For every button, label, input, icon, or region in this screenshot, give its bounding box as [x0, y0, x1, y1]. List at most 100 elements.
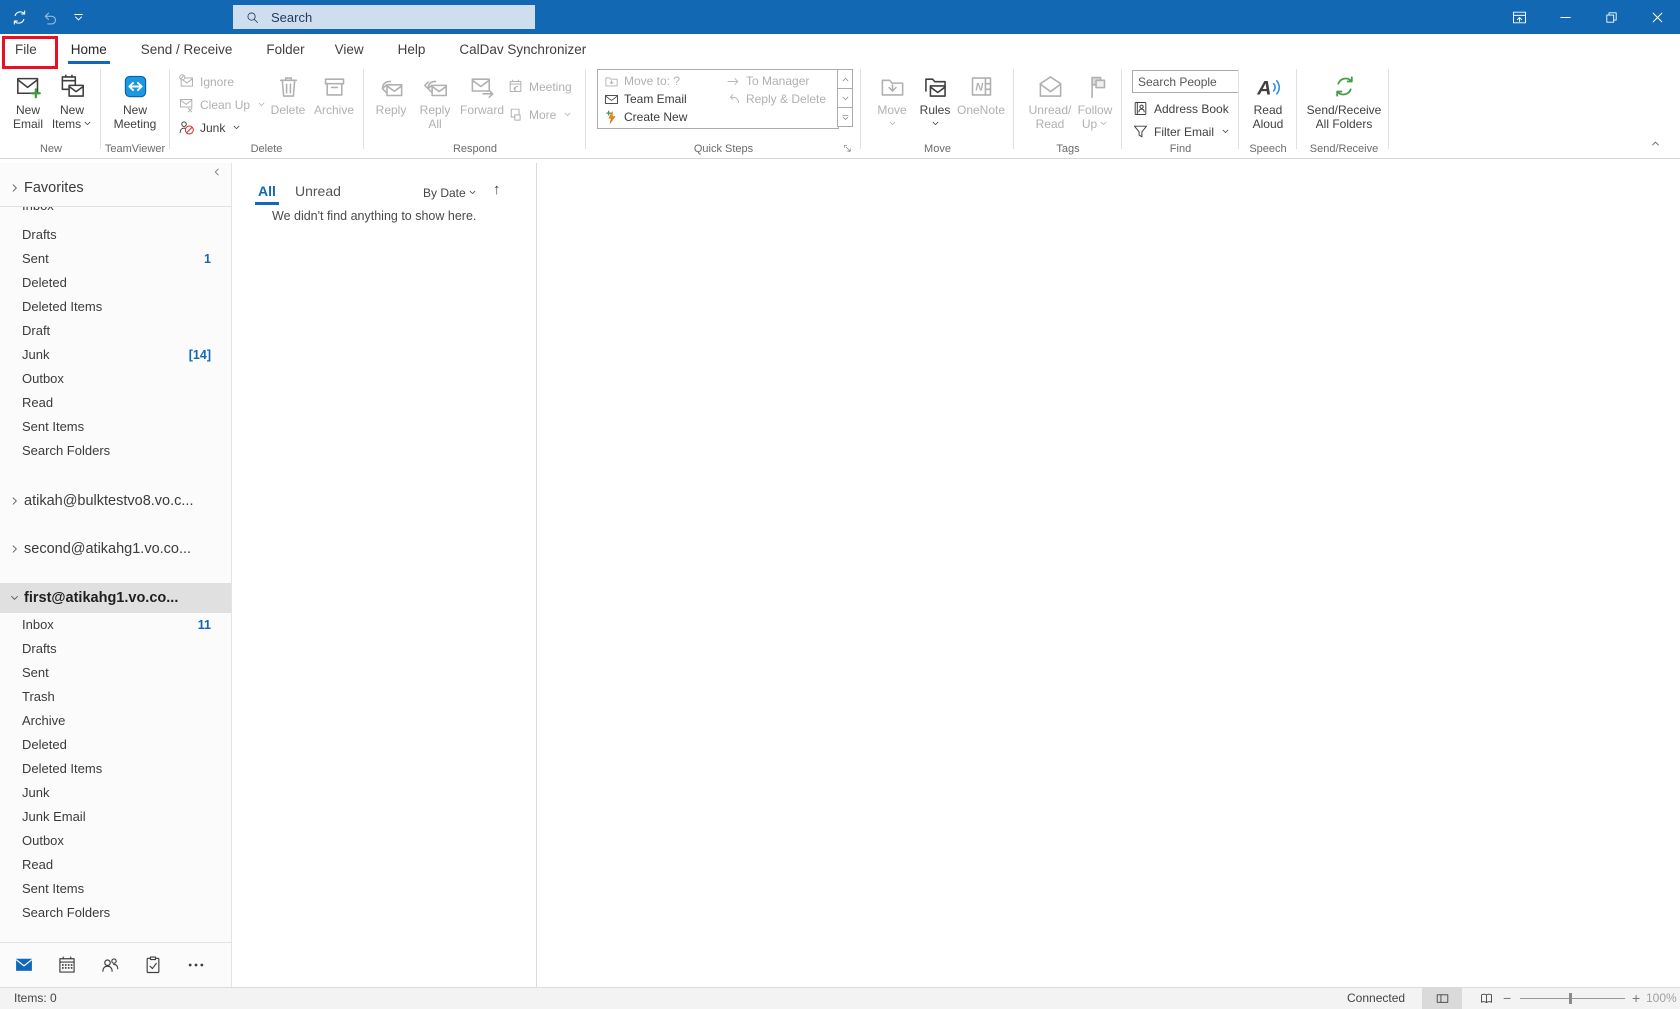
group-label-quick-steps: Quick Steps	[589, 143, 858, 155]
gallery-scroll-down-icon[interactable]	[837, 89, 853, 108]
search-bar[interactable]	[233, 5, 535, 29]
read-aloud-button[interactable]: A Read Aloud	[1247, 66, 1289, 142]
chevron-down-icon[interactable]	[9, 593, 20, 604]
ribbon-group-new: New Email New Items New	[4, 64, 98, 158]
account-header-selected[interactable]: first@atikahg1.vo.co...	[0, 583, 231, 613]
folder-item[interactable]: Deleted	[0, 733, 231, 757]
sort-direction-icon[interactable]: ↑	[493, 181, 501, 198]
filter-email-button[interactable]: Filter Email	[1132, 121, 1230, 142]
folder-item[interactable]: Inbox11	[0, 613, 231, 637]
close-icon[interactable]	[1634, 0, 1680, 34]
folder-item[interactable]: Trash	[0, 685, 231, 709]
junk-button[interactable]: Junk	[178, 117, 241, 138]
chevron-right-icon[interactable]	[9, 544, 20, 555]
gallery-more-icon[interactable]	[837, 108, 853, 127]
folder-label: Inbox	[22, 617, 54, 632]
folder-item[interactable]: Read	[0, 391, 231, 415]
quick-step-create-new[interactable]: Create New	[604, 108, 687, 126]
move-button: Move	[872, 66, 912, 142]
tab-home[interactable]: Home	[58, 34, 120, 64]
folder-item[interactable]: Deleted Items	[0, 757, 231, 781]
send-receive-all-folders-button[interactable]: Send/Receive All Folders	[1302, 66, 1386, 142]
zoom-in-icon[interactable]: +	[1632, 990, 1640, 1006]
customize-quick-access-caret-icon[interactable]	[72, 11, 85, 24]
address-book-button[interactable]: Address Book	[1132, 98, 1229, 119]
ribbon-display-options-icon[interactable]	[1496, 0, 1542, 34]
folder-item[interactable]: Search Folders	[0, 439, 231, 463]
chevron-down-icon	[230, 121, 241, 135]
new-items-button[interactable]: New Items	[50, 66, 94, 142]
tab-view[interactable]: View	[322, 34, 377, 64]
folder-item[interactable]: Outbox	[0, 367, 231, 391]
folder-item[interactable]: Sent Items	[0, 877, 231, 901]
tab-caldav-synchronizer[interactable]: CalDav Synchronizer	[446, 34, 599, 64]
folder-item[interactable]: Deleted	[0, 271, 231, 295]
folder-item[interactable]: Outbox	[0, 829, 231, 853]
teamviewer-icon	[122, 69, 149, 104]
folder-item[interactable]: Junk Email	[0, 805, 231, 829]
chevron-right-icon[interactable]	[9, 496, 20, 507]
account-header[interactable]: second@atikahg1.vo.co...	[0, 534, 231, 564]
to-manager-arrow-icon	[726, 74, 741, 89]
reply-all-icon	[422, 69, 449, 104]
zoom-slider[interactable]	[1520, 998, 1625, 999]
normal-view-icon[interactable]	[1422, 988, 1462, 1009]
folder-item[interactable]: Archive	[0, 709, 231, 733]
mail-module-icon[interactable]	[14, 955, 34, 975]
new-meeting-button[interactable]: New Meeting	[109, 66, 161, 142]
folder-label: Archive	[22, 713, 65, 728]
group-label-tags: Tags	[1017, 143, 1119, 155]
more-modules-icon[interactable]	[186, 955, 206, 975]
sort-by-date-button[interactable]: By Date	[423, 186, 477, 200]
follow-up-button: Follow Up	[1076, 66, 1114, 142]
favorites-partial-item[interactable]: Inbox	[0, 207, 231, 215]
folder-item[interactable]: Junk	[0, 781, 231, 805]
tasks-module-icon[interactable]	[143, 955, 163, 975]
people-module-icon[interactable]	[100, 955, 120, 975]
folder-item[interactable]: Sent	[0, 661, 231, 685]
folder-item[interactable]: Sent Items	[0, 415, 231, 439]
search-icon	[245, 10, 260, 25]
folder-item[interactable]: Search Folders	[0, 901, 231, 925]
folder-label: Read	[22, 395, 53, 410]
search-people-input[interactable]	[1132, 70, 1239, 93]
unread-read-button: Unread/ Read	[1028, 66, 1072, 142]
tab-all[interactable]: All	[258, 183, 276, 199]
gallery-scroll-up-icon[interactable]	[837, 69, 853, 89]
account-header[interactable]: atikah@bulktestvo8.vo.c...	[0, 486, 231, 516]
tab-unread[interactable]: Unread	[295, 183, 341, 199]
favorites-header[interactable]: Favorites	[0, 176, 231, 200]
folder-item[interactable]: Drafts	[0, 223, 231, 247]
zoom-out-icon[interactable]: −	[1503, 990, 1511, 1006]
collapse-ribbon-icon[interactable]	[1650, 138, 1661, 149]
zoom-slider-thumb[interactable]	[1569, 993, 1572, 1004]
folder-item[interactable]: Sent1	[0, 247, 231, 271]
zoom-level[interactable]: 100%	[1646, 991, 1677, 1005]
tab-send-receive[interactable]: Send / Receive	[128, 34, 246, 64]
send-receive-sync-icon[interactable]	[10, 8, 29, 27]
minimize-icon[interactable]	[1542, 0, 1588, 34]
search-input[interactable]	[269, 9, 513, 26]
folder-item[interactable]: Deleted Items	[0, 295, 231, 319]
folder-item[interactable]: Junk[14]	[0, 343, 231, 367]
group-label-teamviewer: TeamViewer	[103, 143, 167, 155]
quick-step-reply-delete: Reply & Delete	[726, 90, 826, 108]
calendar-module-icon[interactable]	[57, 955, 77, 975]
restore-icon[interactable]	[1588, 0, 1634, 34]
tab-folder[interactable]: Folder	[253, 34, 317, 64]
quick-step-team-email[interactable]: Team Email	[604, 90, 687, 108]
new-email-button[interactable]: New Email	[8, 66, 48, 142]
tab-help[interactable]: Help	[385, 34, 439, 64]
folder-item[interactable]: Draft	[0, 319, 231, 343]
folder-label: Junk	[22, 347, 49, 362]
rules-button[interactable]: Rules	[918, 66, 952, 142]
folder-label: Sent Items	[22, 419, 84, 434]
chevron-right-icon[interactable]	[9, 183, 20, 194]
folder-item[interactable]: Drafts	[0, 637, 231, 661]
quick-step-to-manager: To Manager	[726, 72, 809, 90]
status-bar: Items: 0 Connected − + 100%	[0, 987, 1680, 1009]
folder-item[interactable]: Read	[0, 853, 231, 877]
folder-label: Drafts	[22, 227, 57, 242]
tab-file[interactable]: File	[2, 34, 50, 64]
reading-view-icon[interactable]	[1466, 988, 1506, 1009]
